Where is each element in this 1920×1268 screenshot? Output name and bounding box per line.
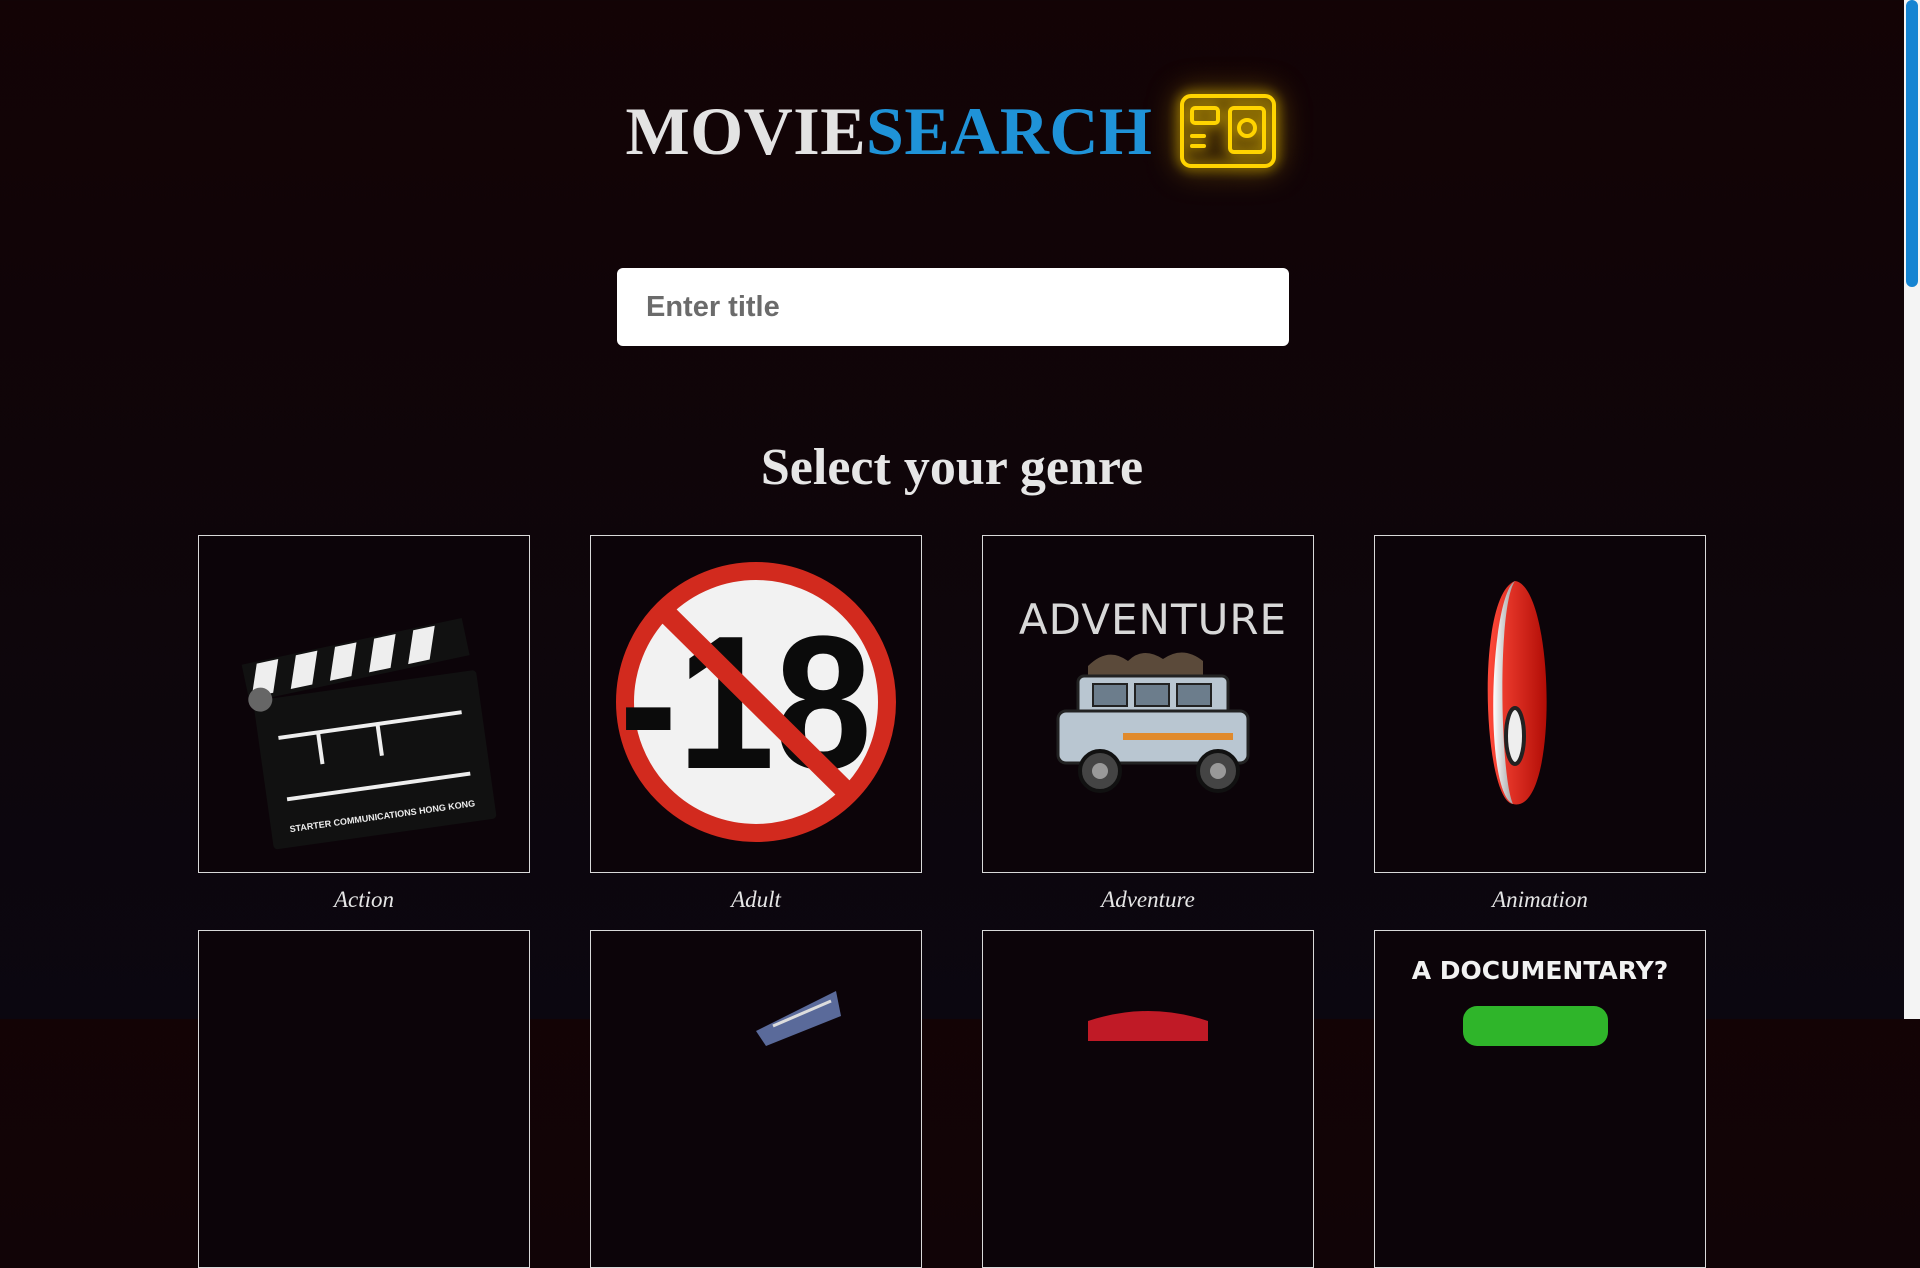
genre-image-frame[interactable]: -18 <box>590 535 922 873</box>
genre-card-action[interactable]: STARTER COMMUNICATIONS HONG KONG Action <box>198 535 530 913</box>
clapperboard-icon: STARTER COMMUNICATIONS HONG KONG <box>241 617 497 850</box>
genre-heading: Select your genre <box>760 439 1144 496</box>
genre-image-frame[interactable]: ADVENTURE <box>982 535 1314 873</box>
documentary-text: A DOCUMENTARY? <box>1412 956 1669 985</box>
site-logo[interactable]: MOVIESEARCH <box>0 92 1904 170</box>
logo-text-search: SEARCH <box>866 93 1153 169</box>
logo-text: MOVIESEARCH <box>626 97 1153 165</box>
genre-card[interactable] <box>198 930 530 1268</box>
genre-card-animation[interactable]: Animation <box>1374 535 1706 913</box>
genre-card-documentary[interactable]: A DOCUMENTARY? <box>1374 930 1706 1268</box>
genre-card-adventure[interactable]: ADVENTURE Adventure <box>982 535 1314 913</box>
genre-label: Adult <box>731 887 781 912</box>
genre-label: Adventure <box>1101 887 1195 912</box>
genre-image-frame[interactable] <box>1374 535 1706 873</box>
adventure-text: ADVENTURE <box>1019 595 1287 644</box>
genre-label: Animation <box>1492 887 1588 912</box>
genre-label: Action <box>333 887 395 912</box>
genre-image-frame[interactable] <box>590 930 922 1268</box>
search-input[interactable] <box>617 268 1289 346</box>
logo-text-movie: MOVIE <box>625 93 867 169</box>
adventure-jeep-icon: ADVENTURE <box>1019 595 1287 793</box>
neon-camera-icon <box>1178 92 1278 170</box>
scrollbar-thumb[interactable] <box>1906 0 1918 287</box>
page: MOVIESEARCH Select your genre <box>0 0 1904 1268</box>
genre-image-frame[interactable] <box>198 930 530 1268</box>
genre-card[interactable] <box>982 930 1314 1268</box>
pokeball-icon <box>1487 581 1547 805</box>
no-under-18-icon: -18 <box>616 562 896 842</box>
genre-image <box>1088 1011 1208 1041</box>
genre-card-adult[interactable]: -18 Adult <box>590 535 922 913</box>
genre-image-frame[interactable]: A DOCUMENTARY? <box>1374 930 1706 1268</box>
genre-image-frame[interactable] <box>982 930 1314 1268</box>
genre-image-frame[interactable]: STARTER COMMUNICATIONS HONG KONG <box>198 535 530 873</box>
genre-card[interactable] <box>590 930 922 1268</box>
genre-image <box>756 991 841 1046</box>
documentary-icon: A DOCUMENTARY? <box>1412 956 1669 1046</box>
scrollbar[interactable] <box>1904 0 1920 1019</box>
